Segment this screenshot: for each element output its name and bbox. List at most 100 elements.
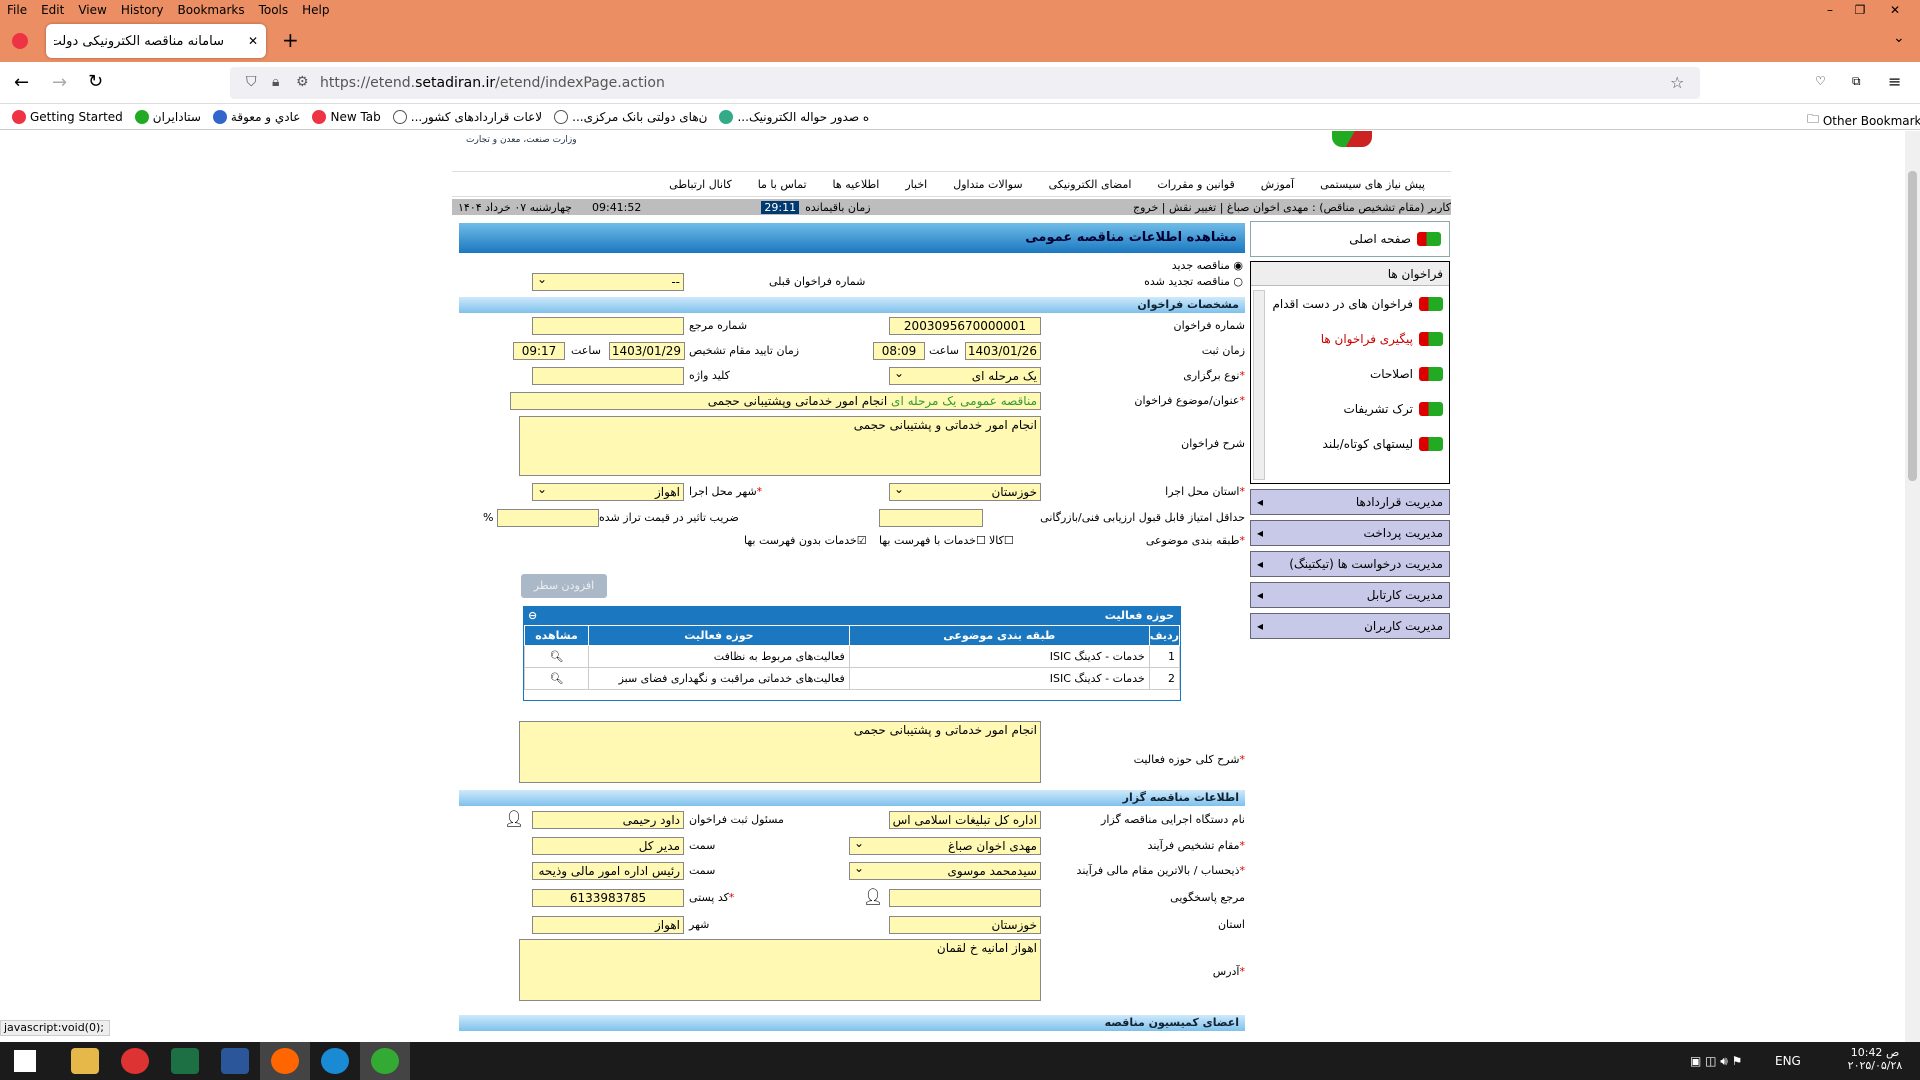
menu-view[interactable]: View xyxy=(71,3,113,17)
bookmark-remittance[interactable]: ...ه صدور حواله الکترونیک xyxy=(719,109,869,124)
sidebar-item-short-lists[interactable]: لیستهای کوتاه/بلند xyxy=(1251,426,1449,461)
tab-active[interactable]: سامانه مناقصه الکترونیکی دولت ✕ xyxy=(46,24,266,58)
shield-icon[interactable]: ⛉ xyxy=(246,74,257,90)
menu-contracts[interactable]: مدیریت قراردادها ◂ xyxy=(1250,489,1450,515)
finance-select[interactable]: سیدمحمد موسوی xyxy=(849,862,1041,880)
minimize-icon[interactable]: – xyxy=(1815,0,1845,20)
word-icon[interactable] xyxy=(210,1042,260,1080)
state-field[interactable]: خوزستان xyxy=(889,916,1041,934)
checkbox-services-nolist[interactable]: ☑خدمات بدون فهرست بها xyxy=(744,534,867,547)
bookmark-central-bank[interactable]: ...ن‌های دولتی بانک مرکزی xyxy=(554,109,707,124)
menu-bookmarks[interactable]: Bookmarks xyxy=(171,3,252,17)
min-score-field[interactable] xyxy=(879,509,983,527)
calls-scrollbar[interactable] xyxy=(1253,290,1265,480)
reg-hour-field[interactable]: 08:09 xyxy=(873,342,925,360)
desc-textarea[interactable]: انجام امور خدماتی و پشتیبانی حجمی xyxy=(519,416,1041,476)
prev-call-select[interactable]: -- xyxy=(532,273,684,291)
tab-close-icon[interactable]: ✕ xyxy=(248,34,258,48)
nav-faq[interactable]: سوالات متداول xyxy=(953,178,1022,191)
pocket-icon[interactable]: ♡ xyxy=(1815,74,1826,88)
language-indicator[interactable]: ENG xyxy=(1775,1054,1801,1068)
approve-hour-field[interactable]: 09:17 xyxy=(513,342,565,360)
scroll-thumb[interactable] xyxy=(1908,171,1917,481)
chrome-app-icon[interactable] xyxy=(360,1042,410,1080)
back-icon[interactable]: ← xyxy=(14,72,29,93)
province-select[interactable]: خوزستان xyxy=(889,483,1041,501)
excel-icon[interactable] xyxy=(160,1042,210,1080)
tray-icons[interactable]: ▣ ◫ 🔊︎ ⚑ xyxy=(1690,1054,1742,1069)
menu-tickets[interactable]: مدیریت درخواست ها (تیکتینگ) ◂ xyxy=(1250,551,1450,577)
reload-icon[interactable]: ↻ xyxy=(88,71,103,92)
nav-prereq[interactable]: پیش نیاز های سیستمی xyxy=(1320,178,1425,191)
menu-edit[interactable]: Edit xyxy=(34,3,71,17)
forward-icon[interactable]: → xyxy=(52,72,67,93)
nav-laws[interactable]: قوانین و مقررات xyxy=(1157,178,1234,191)
postal-field[interactable]: 6133983785 xyxy=(532,889,684,907)
user-info[interactable]: کاربر (مقام تشخیص مناقص) : مهدی اخوان صب… xyxy=(1133,201,1451,214)
town-field[interactable]: اهواز xyxy=(532,916,684,934)
keyword-field[interactable] xyxy=(532,367,684,385)
menu-cartable[interactable]: مدیریت کارتابل ◂ xyxy=(1250,582,1450,608)
position-field[interactable]: مدیر کل xyxy=(532,837,684,855)
nav-channel[interactable]: کانال ارتباطی xyxy=(669,178,732,191)
menu-help[interactable]: Help xyxy=(295,3,336,17)
authority-select[interactable]: مهدی اخوان صباغ xyxy=(849,837,1041,855)
radio-new[interactable]: ◉ مناقصه جدید xyxy=(1172,259,1243,272)
other-bookmarks[interactable]: 🗀︎ Other Bookmarks xyxy=(1807,110,1920,131)
lock-icon[interactable]: 🔒︎ xyxy=(272,74,279,90)
bookmark-overdue[interactable]: عادي و معوقة xyxy=(212,109,300,124)
permissions-icon[interactable]: ⚙ xyxy=(296,74,309,90)
user-icon[interactable]: 👤︎ xyxy=(863,887,883,906)
sidebar-item-tracking[interactable]: پیگیری فراخوان ها xyxy=(1251,321,1449,356)
type-select[interactable]: یک مرحله ای xyxy=(889,367,1041,385)
menu-file[interactable]: File xyxy=(0,3,34,17)
call-no-field[interactable]: 2003095670000001 xyxy=(889,317,1041,335)
user-icon[interactable]: 👤︎ xyxy=(504,809,524,828)
view-icon[interactable]: 🔍︎ xyxy=(524,667,589,690)
registrar-field[interactable]: داود رحیمی xyxy=(532,811,684,829)
nav-news[interactable]: اخبار xyxy=(905,178,927,191)
file-explorer-icon[interactable] xyxy=(60,1042,110,1080)
responder-field[interactable] xyxy=(889,889,1041,907)
sidebar-item-waiver[interactable]: ترک تشریفات xyxy=(1251,391,1449,426)
menu-history[interactable]: History xyxy=(114,3,171,17)
sidebar-item-in-progress[interactable]: فراخوان های در دست اقدام xyxy=(1251,286,1449,321)
city-select[interactable]: اهواز xyxy=(532,483,684,501)
subject-field[interactable]: مناقصه عمومی یک مرحله ای انجام امور خدما… xyxy=(510,392,1041,410)
nav-contact[interactable]: تماس با ما xyxy=(758,178,807,191)
bookmark-setadiran[interactable]: ستادایران xyxy=(134,109,201,124)
menu-tools[interactable]: Tools xyxy=(252,3,296,17)
coef-field[interactable] xyxy=(497,509,599,527)
checkbox-services-list[interactable]: ☐خدمات با فهرست بها xyxy=(879,534,986,547)
page-scrollbar[interactable] xyxy=(1905,131,1920,1042)
restore-icon[interactable]: ❐ xyxy=(1845,0,1875,20)
nav-esign[interactable]: امضای الکترونیکی xyxy=(1049,178,1132,191)
checkbox-goods[interactable]: ☐کالا xyxy=(989,534,1014,547)
windows-start-icon[interactable] xyxy=(0,1042,50,1080)
ref-no-field[interactable] xyxy=(532,317,684,335)
add-row-button[interactable]: افزودن سطر xyxy=(521,574,607,598)
activity-desc-textarea[interactable]: انجام امور خدماتی و پشتیبانی حجمی xyxy=(519,721,1041,783)
app-menu-icon[interactable]: ≡ xyxy=(1888,72,1901,91)
close-window-icon[interactable]: ✕ xyxy=(1880,0,1910,20)
sidebar-home[interactable]: صفحه اصلی xyxy=(1250,221,1450,257)
address-textarea[interactable]: اهواز امانیه خ لقمان xyxy=(519,939,1041,1001)
firefox-taskbar-icon[interactable] xyxy=(260,1042,310,1080)
nav-announcements[interactable]: اطلاعیه ها xyxy=(833,178,880,191)
reg-date-field[interactable]: 1403/01/26 xyxy=(965,342,1041,360)
position-field-2[interactable]: رئیس اداره امور مالی وذیحه xyxy=(532,862,684,880)
new-tab-icon[interactable]: + xyxy=(282,28,299,52)
bookmark-getting-started[interactable]: Getting Started xyxy=(12,109,123,124)
org-field[interactable]: اداره کل تبلیغات اسلامی اس xyxy=(889,811,1041,829)
menu-payment[interactable]: مدیریت پرداخت ◂ xyxy=(1250,520,1450,546)
firefox-icon[interactable] xyxy=(12,33,28,49)
approve-date-field[interactable]: 1403/01/29 xyxy=(609,342,685,360)
radio-renewed[interactable]: ○ مناقصه تجدید شده xyxy=(1144,275,1243,288)
list-tabs-icon[interactable]: ⌄ xyxy=(1893,30,1905,46)
bookmark-star-icon[interactable]: ☆ xyxy=(1670,73,1684,92)
sidebar-item-corrections[interactable]: اصلاحات xyxy=(1251,356,1449,391)
nav-training[interactable]: آموزش xyxy=(1261,178,1294,191)
tray-clock[interactable]: 10:42 ص ۲۰۲۵/۰۵/۲۸ xyxy=(1840,1046,1910,1072)
calls-header[interactable]: فراخوان ها xyxy=(1251,262,1449,286)
view-icon[interactable]: 🔍︎ xyxy=(524,645,589,668)
